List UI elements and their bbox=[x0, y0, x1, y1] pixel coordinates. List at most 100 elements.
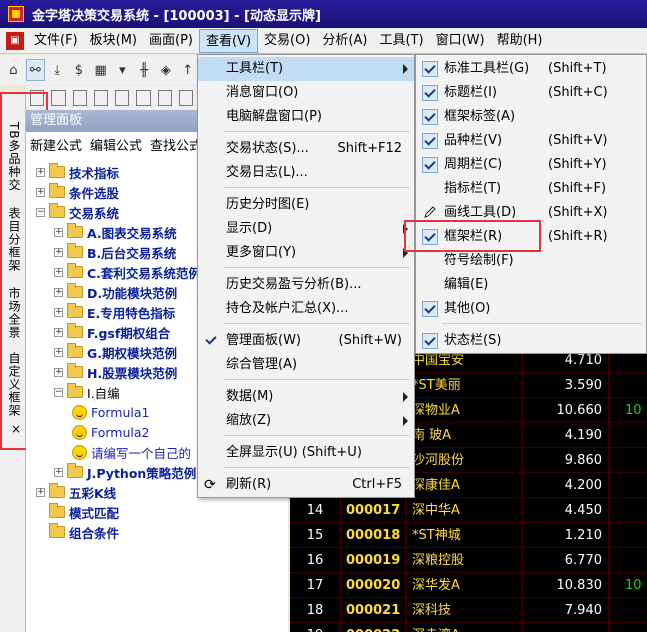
quote-row[interactable]: 16 000019 深粮控股 6.770 bbox=[290, 547, 647, 572]
submenu-item-frame-tabs[interactable]: 框架标签(A) bbox=[416, 105, 646, 129]
menu-item-position-summary[interactable]: 持仓及帐户汇总(X)... bbox=[198, 297, 414, 321]
tool-icon-3[interactable] bbox=[72, 90, 87, 106]
download-icon[interactable]: ⤓ bbox=[48, 59, 67, 81]
menu-item-history-timeshare[interactable]: 历史分时图(E) bbox=[198, 193, 414, 217]
tree-node[interactable]: + F.gsf期权组合 bbox=[54, 322, 170, 342]
submenu-item-standard-toolbar[interactable]: 标准工具栏(G) (Shift+T) bbox=[416, 57, 646, 81]
submenu-item-symbol-bar[interactable]: 品种栏(V) (Shift+V) bbox=[416, 129, 646, 153]
grid-icon[interactable]: ▦ bbox=[91, 59, 110, 81]
tree-node[interactable]: Formula1 bbox=[72, 402, 150, 422]
menu-item-fullscreen[interactable]: 全屏显示(U) (Shift+U) bbox=[198, 441, 414, 465]
tree-node[interactable]: + 条件选股 bbox=[36, 182, 119, 202]
quote-row[interactable]: 14 000017 深中华A 4.450 bbox=[290, 497, 647, 522]
quote-row[interactable]: 19 000022 深赤湾A bbox=[290, 622, 647, 632]
expand-icon[interactable]: + bbox=[54, 247, 63, 257]
quote-row[interactable]: 18 000021 深科技 7.940 bbox=[290, 597, 647, 622]
quote-row[interactable]: 15 000018 *ST神城 1.210 bbox=[290, 522, 647, 547]
submenu-item-other[interactable]: 其他(O) bbox=[416, 297, 646, 321]
menu-view[interactable]: 查看(V) bbox=[198, 28, 259, 53]
tool-icon-5[interactable] bbox=[115, 90, 130, 106]
expand-icon[interactable]: + bbox=[36, 487, 45, 497]
menu-help[interactable]: 帮助(H) bbox=[491, 29, 549, 53]
tree-node[interactable]: + H.股票模块范例 bbox=[54, 362, 177, 382]
tree-node[interactable]: 请编写一个自己的 bbox=[72, 442, 191, 462]
edit-formula-button[interactable]: 编辑公式 bbox=[90, 135, 142, 154]
quote-row[interactable]: 17 000020 深华发A 10.830 10 bbox=[290, 572, 647, 597]
tree-node[interactable]: + A.图表交易系统 bbox=[54, 222, 177, 242]
menu-item-message-window[interactable]: 消息窗口(O) bbox=[198, 81, 414, 105]
expand-icon[interactable]: + bbox=[36, 187, 45, 197]
menu-item-zoom[interactable]: 缩放(Z) bbox=[198, 409, 414, 433]
vtab-tb-multi[interactable]: TB多品种交 bbox=[3, 122, 23, 192]
menu-analysis[interactable]: 分析(A) bbox=[316, 29, 373, 53]
expand-icon[interactable]: + bbox=[54, 347, 63, 357]
link-icon[interactable]: ⚯ bbox=[25, 59, 45, 81]
menu-item-trade-status[interactable]: 交易状态(S)... Shift+F12 bbox=[198, 137, 414, 161]
find-formula-button[interactable]: 查找公式 bbox=[150, 135, 202, 154]
tree-node[interactable]: + J.Python策略范例 bbox=[54, 462, 196, 482]
dollar-refresh-icon[interactable]: $ bbox=[70, 59, 89, 81]
tool-icon-6[interactable] bbox=[136, 90, 151, 106]
vtab-close-icon[interactable]: × bbox=[3, 422, 23, 437]
tool-icon-7[interactable] bbox=[157, 90, 172, 106]
tree-node[interactable]: − I.自编 bbox=[54, 382, 120, 402]
expand-icon[interactable]: + bbox=[54, 467, 63, 477]
menu-item-data[interactable]: 数据(M) bbox=[198, 385, 414, 409]
tree-node[interactable]: + B.后台交易系统 bbox=[54, 242, 176, 262]
submenu-item-frame-bar[interactable]: 框架栏(R) (Shift+R) bbox=[416, 225, 646, 249]
submenu-item-indicator-bar[interactable]: 指标栏(T) (Shift+F) bbox=[416, 177, 646, 201]
vtab-table-frame[interactable]: 表目分框架 bbox=[3, 207, 23, 272]
expand-icon[interactable]: + bbox=[54, 227, 63, 237]
submenu-item-edit[interactable]: 编辑(E) bbox=[416, 273, 646, 297]
home-icon[interactable]: ⌂ bbox=[4, 59, 23, 81]
up-arrow-icon[interactable]: ↑ bbox=[178, 59, 197, 81]
vtab-custom-frame[interactable]: 自定义框架 bbox=[3, 352, 23, 417]
submenu-item-symbol-drawing[interactable]: 符号绘制(F) bbox=[416, 249, 646, 273]
menu-item-history-pnl[interactable]: 历史交易盈亏分析(B)... bbox=[198, 273, 414, 297]
menu-window[interactable]: 窗口(W) bbox=[430, 29, 491, 53]
tree-node[interactable]: Formula2 bbox=[72, 422, 150, 442]
menu-item-toolbar[interactable]: 工具栏(T) bbox=[198, 57, 414, 81]
collapse-icon[interactable]: − bbox=[54, 387, 63, 397]
expand-icon[interactable]: + bbox=[54, 267, 63, 277]
expand-icon[interactable]: + bbox=[54, 307, 63, 317]
mdi-document-icon[interactable]: ▣ bbox=[6, 31, 24, 50]
tree-node[interactable]: +模式匹配 bbox=[36, 502, 119, 522]
new-formula-button[interactable]: 新建公式 bbox=[30, 135, 82, 154]
vtab-market-overview[interactable]: 市场全景 bbox=[3, 287, 23, 339]
submenu-item-status-bar[interactable]: 状态栏(S) bbox=[416, 329, 646, 353]
menu-item-management-panel[interactable]: 管理面板(W) (Shift+W) bbox=[198, 329, 414, 353]
menu-file[interactable]: 文件(F) bbox=[28, 29, 84, 53]
warning-icon[interactable]: ◈ bbox=[157, 59, 176, 81]
candlestick-icon[interactable]: ╫ bbox=[135, 59, 154, 81]
menu-item-general-management[interactable]: 综合管理(A) bbox=[198, 353, 414, 377]
tree-node[interactable]: + D.功能模块范例 bbox=[54, 282, 177, 302]
tool-icon-1[interactable] bbox=[30, 90, 45, 106]
menu-trade[interactable]: 交易(O) bbox=[258, 29, 316, 53]
submenu-item-period-bar[interactable]: 周期栏(C) (Shift+Y) bbox=[416, 153, 646, 177]
tree-node[interactable]: + C.套利交易系统范例 bbox=[54, 262, 201, 282]
menu-item-more-windows[interactable]: 更多窗口(Y) bbox=[198, 241, 414, 265]
tree-node[interactable]: + G.期权模块范例 bbox=[54, 342, 177, 362]
menu-tools[interactable]: 工具(T) bbox=[373, 29, 429, 53]
tree-node[interactable]: + 技术指标 bbox=[36, 162, 119, 182]
menu-item-trade-log[interactable]: 交易日志(L)... bbox=[198, 161, 414, 185]
menu-item-display[interactable]: 显示(D) bbox=[198, 217, 414, 241]
tree-node[interactable]: − 交易系统 bbox=[36, 202, 119, 222]
expand-icon[interactable]: + bbox=[54, 327, 63, 337]
expand-icon[interactable]: + bbox=[54, 287, 63, 297]
submenu-item-drawing-tools[interactable]: 画线工具(D) (Shift+X) bbox=[416, 201, 646, 225]
tree-node[interactable]: +组合条件 bbox=[36, 522, 119, 542]
tool-icon-2[interactable] bbox=[51, 90, 66, 106]
tree-node[interactable]: + 五彩K线 bbox=[36, 482, 116, 502]
collapse-icon[interactable]: − bbox=[36, 207, 45, 217]
menu-screen[interactable]: 画面(P) bbox=[143, 29, 199, 53]
submenu-item-title-bar[interactable]: 标题栏(I) (Shift+C) bbox=[416, 81, 646, 105]
expand-icon[interactable]: + bbox=[54, 367, 63, 377]
menu-item-pc-analysis-window[interactable]: 电脑解盘窗口(P) bbox=[198, 105, 414, 129]
menu-item-refresh[interactable]: ⟳ 刷新(R) Ctrl+F5 bbox=[198, 473, 414, 497]
tool-icon-4[interactable] bbox=[93, 90, 108, 106]
tree-node[interactable]: + E.专用特色指标 bbox=[54, 302, 175, 322]
tool-icon-8[interactable] bbox=[178, 90, 193, 106]
expand-icon[interactable]: + bbox=[36, 167, 45, 177]
